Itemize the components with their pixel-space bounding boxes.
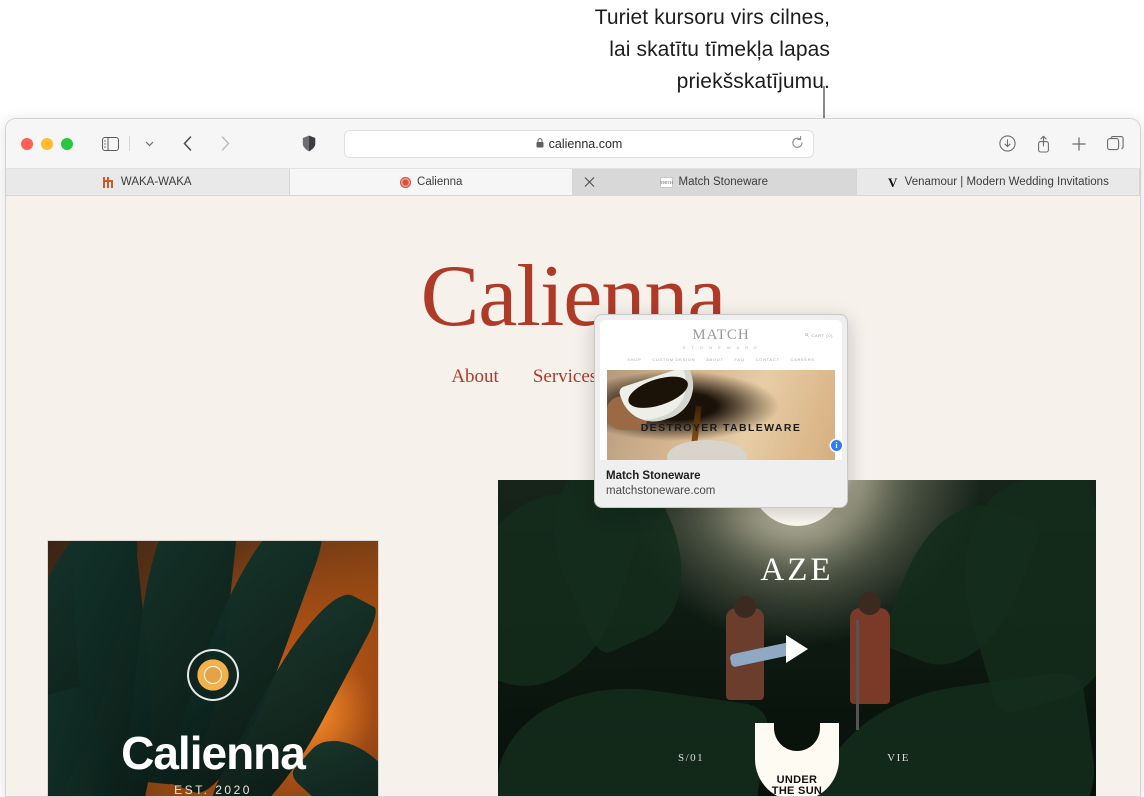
close-window-button[interactable]: [21, 137, 33, 150]
mic-stand: [856, 620, 859, 730]
tab-venamour[interactable]: V Venamour | Modern Wedding Invitations: [856, 169, 1140, 195]
new-tab-icon[interactable]: [1068, 132, 1090, 156]
toolbar-right-actions: [996, 119, 1126, 168]
reload-icon[interactable]: [791, 136, 804, 155]
preview-hero-image: DESTROYER TABLEWARE: [607, 370, 835, 460]
card-video-aze[interactable]: AZE S/01 VIE UNDER THE SUN: [498, 480, 1096, 797]
preview-site-nav: SHOP CUSTOM DESIGN ABOUT FAQ CONTACT CAR…: [600, 357, 842, 362]
video-tag-right: VIE: [887, 752, 910, 764]
sidebar-icon[interactable]: [97, 132, 123, 156]
tab-label: Match Stoneware: [678, 176, 769, 188]
tab-preview-popup[interactable]: MATCH S T O N E W A R E CART (0) SHOP CU…: [594, 314, 848, 508]
chair-favicon: [103, 176, 115, 188]
lock-icon: [536, 135, 544, 153]
tab-waka-waka[interactable]: WAKA-WAKA: [6, 169, 290, 195]
callout-text: Turiet kursoru virs cilnes, lai skatītu …: [430, 2, 830, 98]
info-badge-icon[interactable]: i: [831, 440, 842, 451]
address-bar[interactable]: calienna.com: [344, 130, 814, 158]
forward-button[interactable]: [212, 132, 238, 156]
preview-title: Match Stoneware: [606, 470, 701, 482]
sun-favicon: [399, 176, 411, 188]
preview-screenshot: MATCH S T O N E W A R E CART (0) SHOP CU…: [600, 320, 842, 460]
preview-cart-label: CART (0): [811, 333, 833, 338]
performer-left-head: [734, 596, 756, 618]
preview-site-logo: MATCH S T O N E W A R E: [682, 327, 760, 351]
preview-footer: Match Stoneware matchstoneware.com: [595, 461, 847, 507]
search-icon: [805, 333, 810, 338]
back-button[interactable]: [174, 132, 200, 156]
play-icon[interactable]: [786, 635, 808, 663]
preview-logo-main: MATCH: [692, 327, 750, 343]
preview-nav-careers: CAREERS: [790, 357, 815, 362]
web-page-content: Calienna About Services Under T Calienna…: [6, 196, 1140, 797]
callout-line-1: Turiet kursoru virs cilnes,: [594, 6, 830, 29]
tab-overview-icon[interactable]: [1104, 132, 1126, 156]
privacy-shield-icon[interactable]: [302, 135, 316, 152]
preview-url: matchstoneware.com: [606, 485, 716, 497]
video-tag-left: S/01: [678, 752, 705, 764]
page-nav: About Services Under T: [6, 366, 1140, 388]
share-icon[interactable]: [1032, 132, 1054, 156]
tab-bar: WAKA-WAKA Calienna MATCH Match Stoneware…: [6, 168, 1140, 196]
card-calienna-image[interactable]: Calienna EST. 2020: [47, 540, 379, 796]
preview-nav-contact: CONTACT: [755, 357, 780, 362]
decorative-leaf: [803, 669, 1096, 796]
chevron-down-icon[interactable]: [136, 132, 162, 156]
downloads-icon[interactable]: [996, 132, 1018, 156]
match-favicon: MATCH: [660, 176, 673, 188]
page-nav-item-services[interactable]: Services: [533, 366, 597, 388]
callout-line-3: priekšskatījumu.: [676, 70, 830, 93]
maximize-window-button[interactable]: [61, 137, 73, 150]
uts-line-2: THE SUN: [771, 785, 823, 797]
page-nav-item-about[interactable]: About: [451, 366, 499, 388]
tab-label: Venamour | Modern Wedding Invitations: [904, 176, 1109, 188]
window-controls[interactable]: [21, 137, 73, 150]
sun-face-logo: [187, 649, 239, 701]
callout-line-2: lai skatītu tīmekļa lapas: [609, 38, 830, 61]
tab-calienna[interactable]: Calienna: [289, 169, 573, 195]
bottom-cup: [667, 440, 747, 460]
under-the-sun-logo: UNDER THE SUN: [755, 723, 839, 797]
toolbar-divider: [129, 136, 130, 151]
preview-hero-text: DESTROYER TABLEWARE: [640, 422, 802, 434]
tab-label: WAKA-WAKA: [120, 176, 192, 188]
browser-window: calienna.com WAKA-WAKA Calienna MATCH Ma…: [5, 118, 1141, 797]
minimize-window-button[interactable]: [41, 137, 53, 150]
tab-label: Calienna: [417, 176, 463, 188]
preview-nav-faq: FAQ: [734, 357, 745, 362]
video-title: AZE: [760, 552, 834, 588]
card-title: Calienna: [121, 727, 306, 779]
page-title: Calienna: [420, 248, 727, 345]
preview-cart: CART (0): [805, 333, 833, 338]
performer-right-head: [858, 592, 881, 615]
preview-nav-shop: SHOP: [627, 357, 642, 362]
preview-nav-custom-design: CUSTOM DESIGN: [652, 357, 696, 362]
tab-match-stoneware[interactable]: MATCH Match Stoneware: [573, 169, 857, 195]
browser-toolbar: calienna.com: [6, 119, 1140, 168]
preview-logo-sub: S T O N E W A R E: [682, 345, 760, 350]
venamour-v-favicon: V: [887, 174, 898, 190]
preview-nav-about: ABOUT: [706, 357, 724, 362]
close-icon[interactable]: [583, 176, 596, 189]
address-text[interactable]: calienna.com: [549, 137, 623, 151]
